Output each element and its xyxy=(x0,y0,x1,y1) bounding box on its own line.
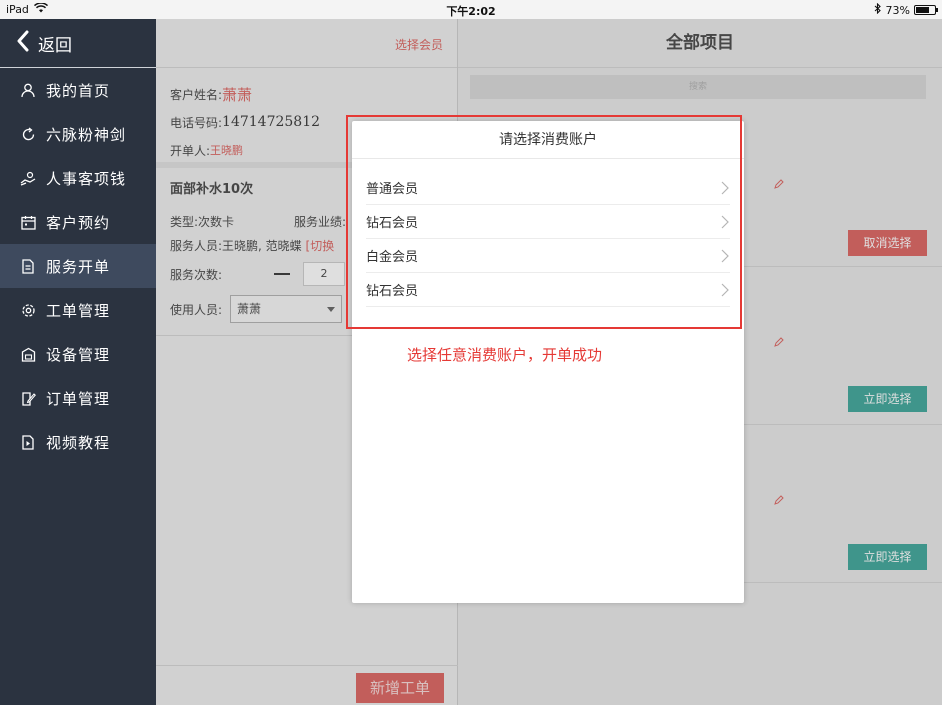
sidebar-item-work-order[interactable]: 工单管理 xyxy=(0,288,156,332)
gear-icon xyxy=(20,302,36,318)
battery-percent: 73% xyxy=(885,3,910,17)
sidebar-item-appointment[interactable]: 客户预约 xyxy=(0,200,156,244)
battery-fill xyxy=(916,7,930,13)
sidebar-item-device[interactable]: 设备管理 xyxy=(0,332,156,376)
document-icon xyxy=(20,258,36,274)
sidebar-item-label: 工单管理 xyxy=(46,301,111,320)
hand-coin-icon xyxy=(20,170,36,186)
device-icon xyxy=(20,346,36,362)
sidebar-item-label: 服务开单 xyxy=(46,257,111,276)
chevron-left-icon xyxy=(16,30,30,56)
status-bar: iPad 下午2:02 73% xyxy=(0,0,942,19)
status-time: 下午2:02 xyxy=(446,5,496,18)
back-label: 返回 xyxy=(38,35,72,56)
sidebar-item-orders[interactable]: 订单管理 xyxy=(0,376,156,420)
sidebar: 返回 我的首页 六脉粉神剑 人事客项钱 客户预约 服务开单 工单管理 设备管理 … xyxy=(0,19,156,705)
annotation-highlight-box xyxy=(346,115,742,329)
sidebar-item-personnel[interactable]: 人事客项钱 xyxy=(0,156,156,200)
sidebar-item-label: 客户预约 xyxy=(46,213,111,232)
battery-icon xyxy=(914,5,938,15)
sidebar-item-home[interactable]: 我的首页 xyxy=(0,68,156,112)
sidebar-item-liumai[interactable]: 六脉粉神剑 xyxy=(0,112,156,156)
sidebar-item-video[interactable]: 视频教程 xyxy=(0,420,156,464)
refresh-icon xyxy=(20,126,36,142)
sidebar-item-label: 六脉粉神剑 xyxy=(46,125,127,144)
person-icon xyxy=(20,82,36,98)
video-icon xyxy=(20,434,36,450)
sidebar-item-label: 我的首页 xyxy=(46,81,111,100)
sidebar-item-label: 设备管理 xyxy=(46,345,111,364)
calendar-icon xyxy=(20,214,36,230)
edit-doc-icon xyxy=(20,390,36,406)
sidebar-item-label: 视频教程 xyxy=(46,433,111,452)
sidebar-item-label: 人事客项钱 xyxy=(46,169,127,188)
sidebar-item-label: 订单管理 xyxy=(46,389,111,408)
annotation-text: 选择任意消费账户，开单成功 xyxy=(407,346,603,364)
sidebar-item-service-order[interactable]: 服务开单 xyxy=(0,244,156,288)
back-button[interactable]: 返回 xyxy=(0,19,156,68)
bluetooth-icon xyxy=(874,2,882,17)
